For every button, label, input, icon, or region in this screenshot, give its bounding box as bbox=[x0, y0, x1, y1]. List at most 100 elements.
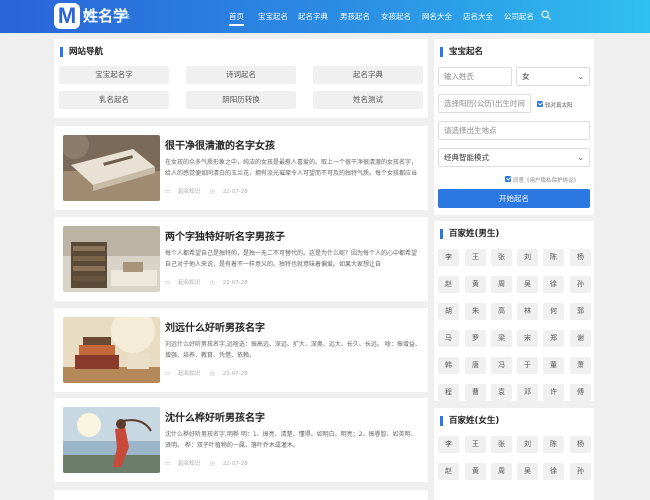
article-title[interactable]: 刘远什么好听男孩名字 bbox=[165, 319, 265, 334]
surname-item[interactable]: 黄 bbox=[465, 276, 486, 293]
surname-item[interactable]: 萧 bbox=[570, 357, 591, 374]
surname-item[interactable]: 程 bbox=[438, 384, 459, 401]
chevron-down-icon: ⌄ bbox=[577, 72, 584, 81]
surname-item[interactable]: 许 bbox=[543, 384, 564, 401]
article-author[interactable]: 起名知识 bbox=[178, 189, 200, 195]
surname-item[interactable]: 邓 bbox=[517, 384, 538, 401]
surname-item[interactable]: 董 bbox=[543, 357, 564, 374]
nav-company-names[interactable]: 公司起名 bbox=[504, 11, 534, 22]
nav-home[interactable]: 首页 bbox=[229, 11, 244, 26]
surname-item[interactable]: 林 bbox=[517, 303, 538, 320]
folder-icon: ▭ bbox=[165, 461, 171, 467]
article-title[interactable]: 很干净很清澈的名字女孩 bbox=[165, 137, 275, 152]
surname-item[interactable]: 赵 bbox=[438, 276, 459, 293]
mode-select[interactable]: 经典智能模式 ⌄ bbox=[438, 148, 590, 167]
surname-item[interactable]: 杨 bbox=[570, 436, 591, 453]
article-meta: ▭ 起名知识 ◷ 22-07-28 bbox=[165, 278, 256, 286]
nav-shop-names[interactable]: 店名大全 bbox=[463, 11, 493, 22]
nav-link-milk-names[interactable]: 乳名起名 bbox=[59, 91, 169, 109]
nav-link-calendar-convert[interactable]: 阴阳历转换 bbox=[186, 91, 296, 109]
surname-input[interactable]: 输入姓氏 bbox=[438, 67, 512, 86]
surname-item[interactable]: 韩 bbox=[438, 357, 459, 374]
article-card[interactable]: 很干净很清澈的名字女孩 在女孩的众多气质形象之中，纯洁的女孩是最惹人喜爱的。取上… bbox=[54, 126, 428, 210]
nav-link-poetry-names[interactable]: 诗词起名 bbox=[186, 66, 296, 84]
surname-item[interactable]: 王 bbox=[465, 436, 486, 453]
article-author[interactable]: 起名知识 bbox=[178, 461, 200, 467]
surname-item[interactable]: 赵 bbox=[438, 463, 459, 480]
nav-dictionary[interactable]: 起名字典 bbox=[298, 11, 328, 22]
nav-girl-names[interactable]: 女孩起名 bbox=[381, 11, 411, 22]
surname-item[interactable]: 孙 bbox=[570, 276, 591, 293]
surname-item[interactable]: 谢 bbox=[570, 330, 591, 347]
birth-place-input[interactable]: 请选择出生地点 bbox=[438, 121, 590, 140]
surname-item[interactable]: 曹 bbox=[465, 384, 486, 401]
nav-link-dictionary[interactable]: 起名字典 bbox=[313, 66, 423, 84]
article-card[interactable]: 两个字独特好听名字男孩子 每个人都希望自己是独特的，是独一无二不可替代的。这是为… bbox=[54, 217, 428, 301]
surname-item[interactable]: 何 bbox=[543, 303, 564, 320]
article-thumbnail[interactable] bbox=[63, 317, 160, 383]
agree-label[interactable]: 同意《用户隐私保护协议》 bbox=[513, 176, 579, 184]
logo-sub: 起名 bbox=[120, 14, 131, 20]
surname-item[interactable]: 杨 bbox=[570, 249, 591, 266]
nav-link-baby-names[interactable]: 宝宝起名字 bbox=[59, 66, 169, 84]
nav-link-name-test[interactable]: 姓名测试 bbox=[313, 91, 423, 109]
surname-item[interactable]: 朱 bbox=[465, 303, 486, 320]
surname-item[interactable]: 吴 bbox=[517, 463, 538, 480]
article-thumbnail[interactable] bbox=[63, 226, 160, 292]
article-thumbnail[interactable] bbox=[63, 135, 160, 201]
surname-item[interactable]: 袁 bbox=[491, 384, 512, 401]
surname-item[interactable]: 周 bbox=[491, 276, 512, 293]
baby-naming-title: 宝宝起名 bbox=[440, 47, 483, 57]
article-card[interactable]: 沈什么桦好听男孩名字 沈什么桦好听男孩名字,明桦 明：1、振亮、清楚、懂得、如明… bbox=[54, 398, 428, 482]
nav-nicknames[interactable]: 网名大全 bbox=[422, 11, 452, 22]
article-date: 22-07-28 bbox=[222, 461, 248, 467]
article-author[interactable]: 起名知识 bbox=[178, 371, 200, 377]
surname-item[interactable]: 郭 bbox=[570, 303, 591, 320]
site-nav-title: 网站导航 bbox=[60, 47, 103, 57]
article-card[interactable]: 刘远什么好听男孩名字 刘远什么好听男孩名字,远啥选：振高远、深远、扩大、深奥、远… bbox=[54, 308, 428, 392]
clock-icon: ◷ bbox=[209, 371, 215, 377]
surname-item[interactable]: 陈 bbox=[543, 436, 564, 453]
surname-item[interactable]: 唐 bbox=[465, 357, 486, 374]
nav-boy-names[interactable]: 男孩起名 bbox=[340, 11, 370, 22]
surname-item[interactable]: 于 bbox=[517, 357, 538, 374]
surname-item[interactable]: 刘 bbox=[517, 249, 538, 266]
surname-item[interactable]: 高 bbox=[491, 303, 512, 320]
surname-item[interactable]: 郑 bbox=[543, 330, 564, 347]
surname-item[interactable]: 宋 bbox=[517, 330, 538, 347]
surname-item[interactable]: 李 bbox=[438, 249, 459, 266]
surname-item[interactable]: 张 bbox=[491, 436, 512, 453]
surname-item[interactable]: 陈 bbox=[543, 249, 564, 266]
surname-item[interactable]: 胡 bbox=[438, 303, 459, 320]
surname-item[interactable]: 黄 bbox=[465, 463, 486, 480]
surname-item[interactable]: 徐 bbox=[543, 276, 564, 293]
start-naming-button[interactable]: 开始起名 bbox=[438, 189, 590, 208]
search-icon[interactable] bbox=[541, 10, 551, 20]
surname-item[interactable]: 吴 bbox=[517, 276, 538, 293]
article-desc: 刘远什么好听男孩名字,远啥选：振高远、深远、扩大、深奥、远大、长久、长远。 啥：… bbox=[165, 341, 421, 359]
nav-baby-naming[interactable]: 宝宝起名 bbox=[258, 11, 288, 22]
agree-checkbox[interactable] bbox=[505, 176, 511, 182]
surname-item[interactable]: 周 bbox=[491, 463, 512, 480]
surname-item[interactable]: 刘 bbox=[517, 436, 538, 453]
surname-item[interactable]: 梁 bbox=[491, 330, 512, 347]
article-card[interactable] bbox=[54, 490, 428, 500]
solar-time-checkbox[interactable] bbox=[537, 101, 543, 107]
article-title[interactable]: 两个字独特好听名字男孩子 bbox=[165, 228, 285, 243]
surname-item[interactable]: 王 bbox=[465, 249, 486, 266]
gender-select[interactable]: 女 ⌄ bbox=[516, 67, 590, 86]
surname-item[interactable]: 罗 bbox=[465, 330, 486, 347]
surname-item[interactable]: 冯 bbox=[491, 357, 512, 374]
article-author[interactable]: 起名知识 bbox=[178, 280, 200, 286]
surname-item[interactable]: 张 bbox=[491, 249, 512, 266]
surname-item[interactable]: 傅 bbox=[570, 384, 591, 401]
article-desc: 在女孩的众多气质形象之中，纯洁的女孩是最惹人喜爱的。取上一个很干净很清澈的女孩名… bbox=[165, 159, 418, 177]
birth-time-input[interactable]: 选择阳历(公历)出生时间 bbox=[438, 94, 531, 113]
site-logo[interactable]: M 免费 姓名学 起名 bbox=[54, 3, 131, 29]
surname-item[interactable]: 李 bbox=[438, 436, 459, 453]
surname-item[interactable]: 徐 bbox=[543, 463, 564, 480]
article-title[interactable]: 沈什么桦好听男孩名字 bbox=[165, 409, 265, 424]
surname-item[interactable]: 孙 bbox=[570, 463, 591, 480]
article-thumbnail[interactable] bbox=[63, 407, 160, 473]
surname-item[interactable]: 马 bbox=[438, 330, 459, 347]
